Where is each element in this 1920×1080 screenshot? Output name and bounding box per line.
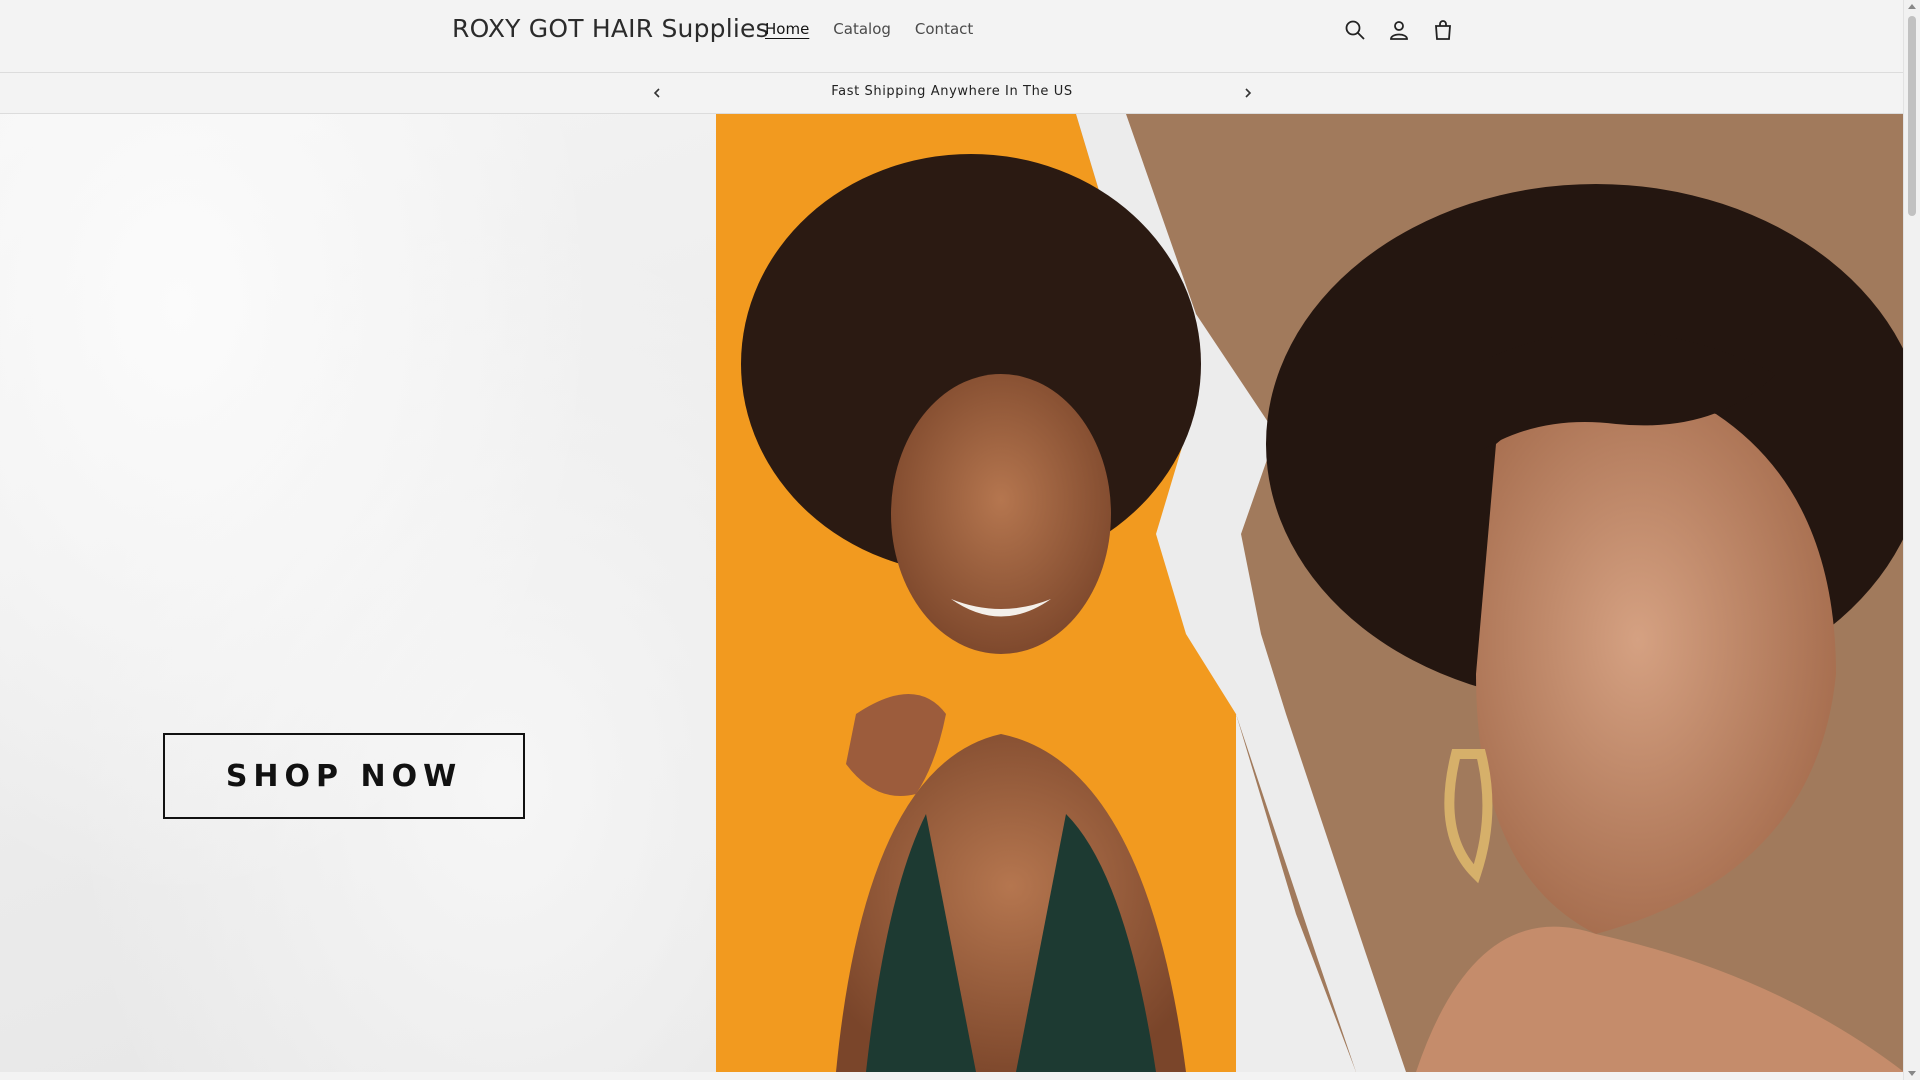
announcement-text: Fast Shipping Anywhere In The US [831, 84, 1073, 99]
page-scrollbar[interactable] [1903, 0, 1920, 1080]
hero-paper-panel [0, 114, 716, 1072]
main-nav: Home Catalog Contact [765, 20, 973, 38]
shop-now-button[interactable]: SHOP NOW [163, 733, 525, 819]
search-button[interactable] [1341, 16, 1369, 44]
account-button[interactable] [1385, 16, 1413, 44]
hero-image [716, 114, 1904, 1072]
nav-contact-link[interactable]: Contact [915, 20, 973, 38]
cart-button[interactable] [1429, 16, 1457, 44]
chevron-right-icon [1245, 88, 1252, 98]
header-icons [1341, 16, 1457, 44]
site-header: ROXY GOT HAIR Supplies Home Catalog Cont… [0, 0, 1904, 73]
brand-logo-text[interactable]: ROXY GOT HAIR Supplies [452, 14, 769, 43]
scroll-up-arrow-icon[interactable] [1908, 4, 1916, 9]
nav-catalog-link[interactable]: Catalog [833, 20, 891, 38]
announcement-next-button[interactable] [1238, 83, 1258, 103]
account-icon [1390, 21, 1408, 40]
scroll-thumb[interactable] [1908, 16, 1916, 216]
cart-icon [1435, 20, 1451, 40]
search-icon [1345, 20, 1365, 40]
announcement-bar: Fast Shipping Anywhere In The US [0, 73, 1904, 114]
hero-banner: SHOP NOW [0, 114, 1904, 1072]
nav-home-link[interactable]: Home [765, 20, 809, 38]
scroll-down-arrow-icon[interactable] [1908, 1071, 1916, 1076]
